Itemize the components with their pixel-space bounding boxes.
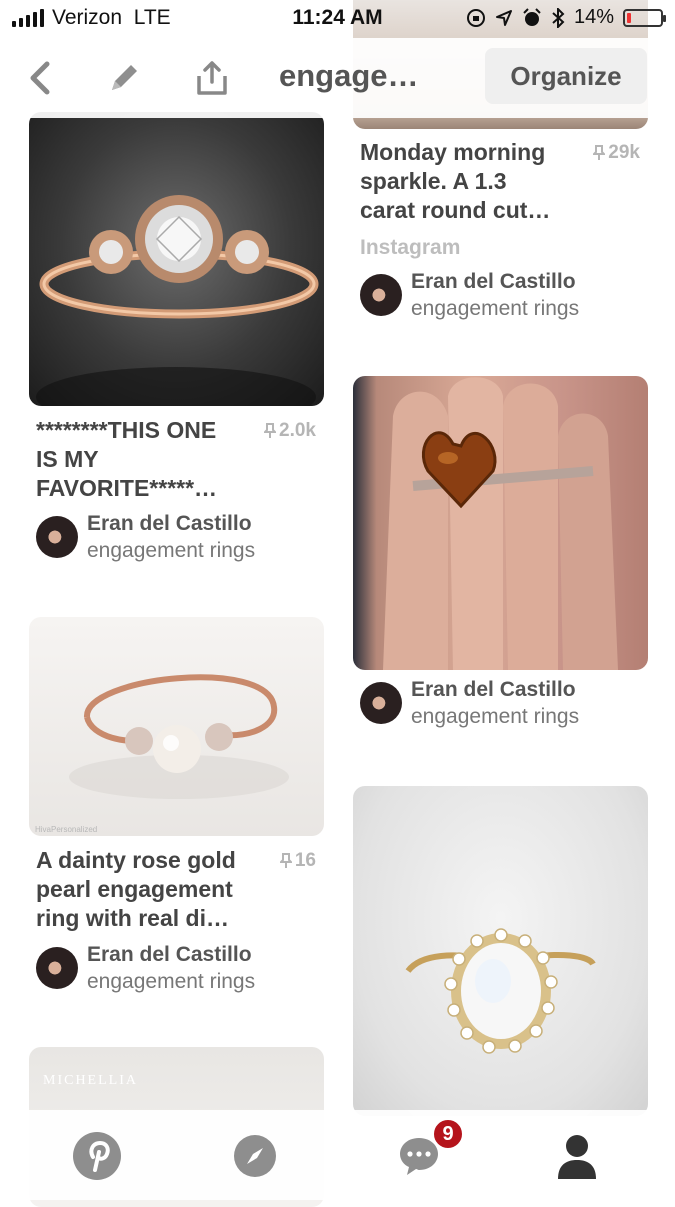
pin-image[interactable] bbox=[29, 112, 324, 406]
pin-attribution[interactable]: Eran del Castillo engagement rings bbox=[360, 678, 640, 728]
pin-image[interactable] bbox=[353, 376, 648, 670]
pin-source[interactable]: Instagram bbox=[360, 236, 460, 260]
pin-save-count: 2.0k bbox=[264, 420, 316, 442]
avatar[interactable] bbox=[360, 682, 402, 724]
avatar[interactable] bbox=[36, 516, 78, 558]
battery-icon bbox=[623, 8, 666, 27]
board-header: engage… Organize bbox=[0, 38, 675, 118]
pinner-name[interactable]: Eran del Castillo bbox=[411, 678, 576, 702]
pin-image[interactable] bbox=[353, 786, 648, 1116]
chevron-left-icon bbox=[30, 61, 50, 95]
heart-ring-image bbox=[383, 377, 618, 670]
opal-ring-image bbox=[405, 928, 596, 1054]
pinner-name[interactable]: Eran del Castillo bbox=[87, 512, 252, 536]
location-icon bbox=[495, 9, 512, 26]
save-count-text: 29k bbox=[608, 142, 640, 163]
pin-save-count: 29k bbox=[593, 142, 640, 164]
pinner-name[interactable]: Eran del Castillo bbox=[87, 943, 252, 967]
save-count-text: 2.0k bbox=[279, 420, 316, 441]
pin-attribution[interactable]: Eran del Castillo engagement rings bbox=[36, 943, 316, 993]
orientation-lock-icon bbox=[466, 8, 485, 27]
compass-icon bbox=[234, 1135, 276, 1177]
share-button[interactable] bbox=[190, 56, 234, 100]
pin-description: A dainty rose gold pearl engagement ring… bbox=[36, 847, 236, 931]
avatar[interactable] bbox=[360, 274, 402, 316]
nav-explore[interactable] bbox=[227, 1128, 283, 1184]
pin-icon bbox=[264, 423, 277, 438]
status-bar: Verizon LTE 11:24 AM 14% bbox=[0, 0, 675, 38]
pearl-ring-image: HivaPersonalized bbox=[35, 674, 289, 834]
pin-icon bbox=[279, 853, 292, 868]
board-name[interactable]: engagement rings bbox=[87, 970, 255, 994]
pin-save-count: 16 bbox=[279, 850, 316, 872]
save-count-text: 16 bbox=[294, 850, 316, 871]
board-name[interactable]: engagement rings bbox=[411, 297, 579, 321]
diamond-ring-image bbox=[36, 195, 319, 406]
avatar[interactable] bbox=[36, 947, 78, 989]
nav-home[interactable] bbox=[69, 1128, 125, 1184]
alarm-icon bbox=[523, 7, 541, 26]
board-name[interactable]: engagement rings bbox=[87, 539, 255, 563]
share-icon bbox=[197, 61, 227, 95]
status-icons: 14% bbox=[466, 6, 666, 29]
bottom-nav: 9 bbox=[0, 1110, 675, 1200]
pinterest-logo-icon bbox=[73, 1132, 121, 1180]
pin-description: Monday morning sparkle. A 1.3 carat roun… bbox=[360, 139, 551, 223]
edit-button[interactable] bbox=[102, 56, 146, 100]
organize-button[interactable]: Organize bbox=[485, 48, 647, 104]
pinner-name[interactable]: Eran del Castillo bbox=[411, 270, 576, 294]
pin-attribution[interactable]: Eran del Castillo engagement rings bbox=[360, 270, 640, 320]
profile-icon bbox=[558, 1135, 596, 1179]
pin-description: ********THIS ONE IS MY FAVORITE*****… bbox=[36, 417, 218, 501]
board-name[interactable]: engagement rings bbox=[411, 705, 579, 729]
back-button[interactable] bbox=[18, 56, 62, 100]
bluetooth-icon bbox=[552, 7, 565, 28]
nav-profile[interactable] bbox=[549, 1128, 605, 1184]
pencil-icon bbox=[112, 65, 137, 90]
pin-image[interactable]: HivaPersonalized bbox=[29, 617, 324, 836]
notification-badge: 9 bbox=[432, 1118, 464, 1150]
battery-percent: 14% bbox=[573, 6, 614, 28]
board-title: engage… bbox=[279, 58, 419, 93]
pin-icon bbox=[593, 145, 606, 160]
watermark-text: HivaPersonalized bbox=[35, 825, 97, 834]
pin-attribution[interactable]: Eran del Castillo engagement rings bbox=[36, 512, 316, 562]
watermark-text: MICHELLIA bbox=[43, 1073, 138, 1088]
